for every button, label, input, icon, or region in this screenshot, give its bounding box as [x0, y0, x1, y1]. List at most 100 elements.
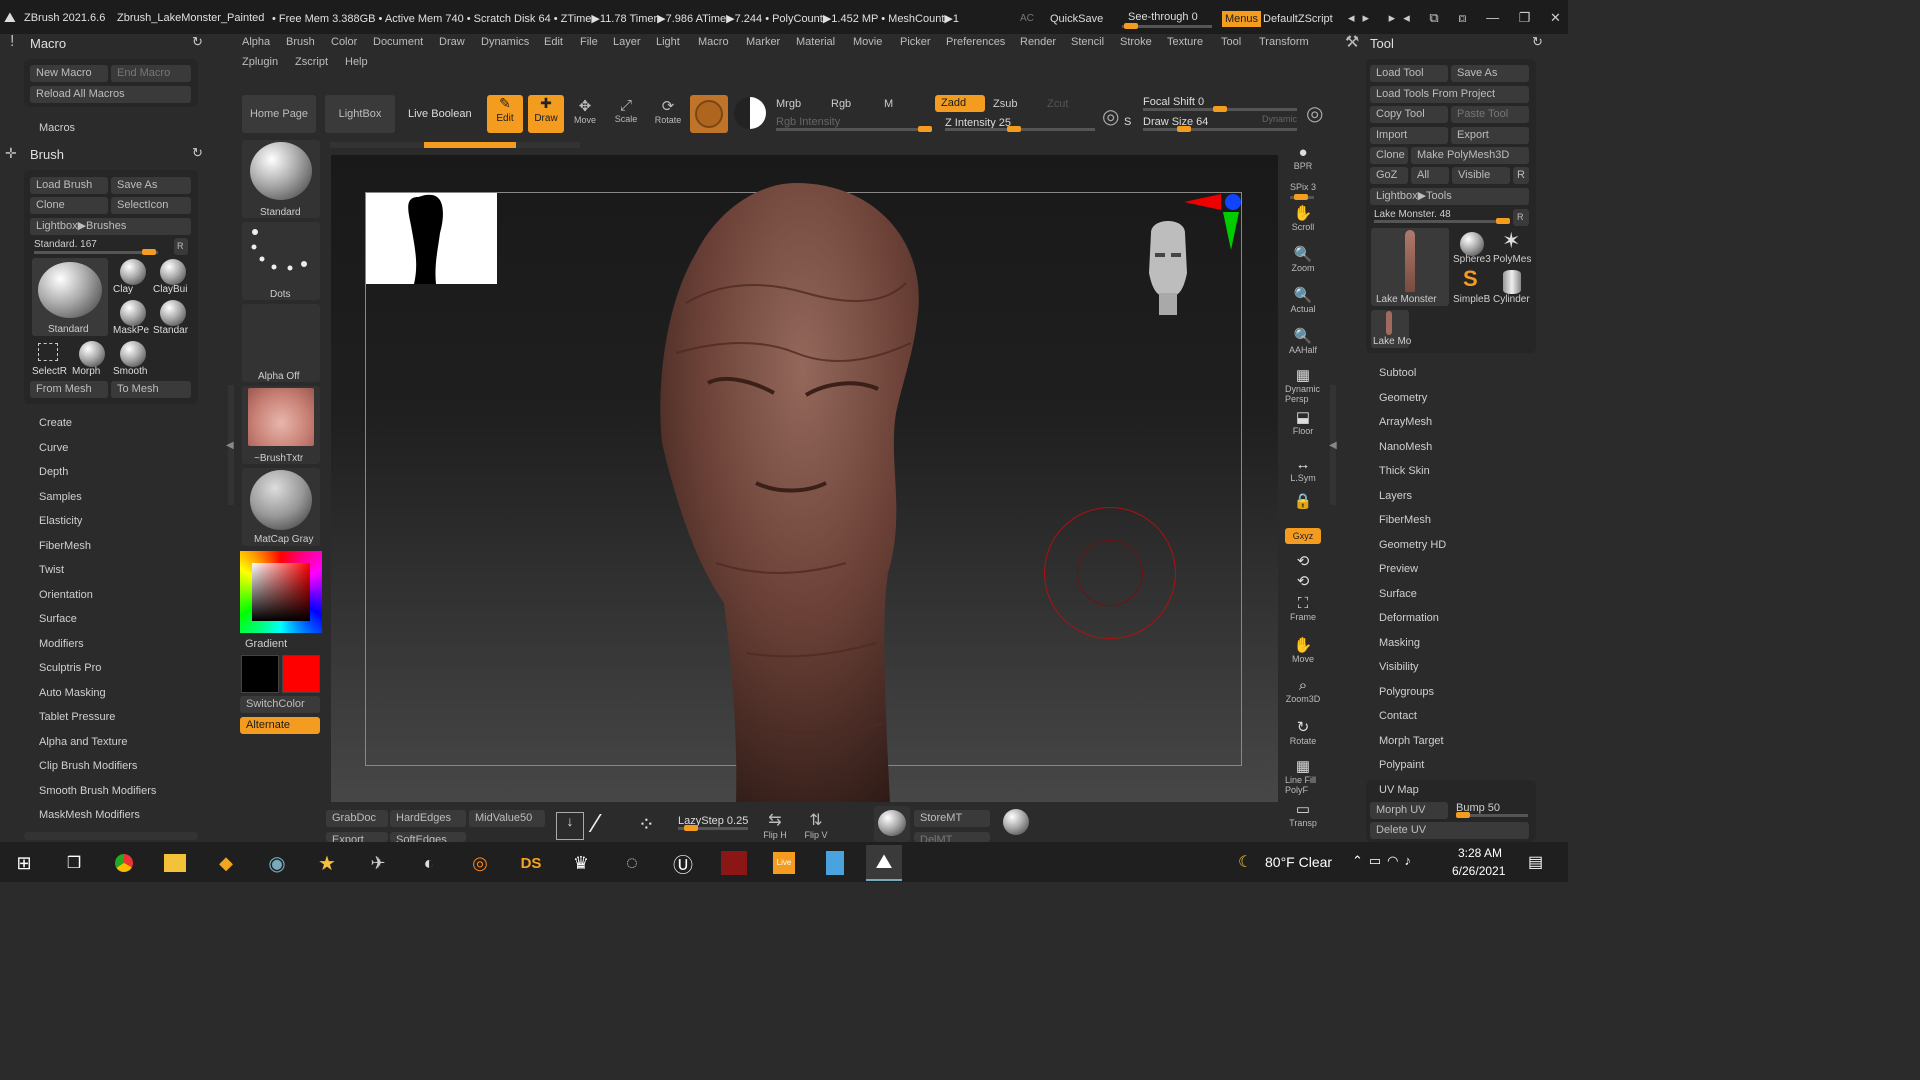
- home-page-button[interactable]: Home Page: [242, 95, 316, 133]
- menu-render[interactable]: Render: [1020, 36, 1056, 48]
- alternate-button[interactable]: Alternate: [240, 717, 320, 734]
- app-icon-7[interactable]: ◐: [411, 845, 447, 881]
- blender-icon[interactable]: ◎: [462, 845, 498, 881]
- brush-slot-claybui[interactable]: ClayBui: [153, 258, 193, 296]
- to-mesh-button[interactable]: To Mesh: [111, 381, 191, 398]
- clock-time[interactable]: 3:28 AM: [1458, 846, 1502, 860]
- export-alpha-button[interactable]: Export: [326, 832, 388, 842]
- rightbar-icon-9[interactable]: 🔒: [1285, 492, 1321, 510]
- top-right-icon[interactable]: ◎: [1306, 101, 1323, 126]
- weather-label[interactable]: 80°F Clear: [1265, 854, 1332, 870]
- live-app-icon[interactable]: Live: [766, 845, 802, 881]
- menu-material[interactable]: Material: [796, 36, 835, 48]
- macro-title[interactable]: Macro: [30, 36, 66, 51]
- bottom-brush-thumb[interactable]: [874, 806, 910, 842]
- tool-thumb-polymesh[interactable]: ✶ PolyMes: [1493, 228, 1531, 266]
- tool-save-as-button[interactable]: Save As: [1451, 65, 1529, 82]
- export-button[interactable]: Export: [1451, 127, 1529, 144]
- rgb-intensity-slider[interactable]: Rgb Intensity: [776, 116, 840, 128]
- subpalette-samples[interactable]: Samples: [39, 491, 82, 503]
- subpalette-clip-brush-modifiers[interactable]: Clip Brush Modifiers: [39, 760, 137, 772]
- tool-subpalette-nanomesh[interactable]: NanoMesh: [1379, 441, 1432, 453]
- current-brush-thumb[interactable]: Standard: [32, 258, 108, 336]
- tool-subpalette-deformation[interactable]: Deformation: [1379, 612, 1439, 624]
- tool-thumb-sphere3[interactable]: Sphere3: [1453, 228, 1491, 266]
- app-icon-3[interactable]: ◆: [208, 845, 244, 881]
- tool-title[interactable]: Tool: [1370, 36, 1394, 51]
- subpalette-modifiers[interactable]: Modifiers: [39, 638, 84, 650]
- brush-slot-standar[interactable]: Standar: [153, 299, 193, 337]
- default-zscript[interactable]: DefaultZScript: [1263, 13, 1333, 25]
- tool-hammer-icon[interactable]: ⚒: [1345, 32, 1359, 52]
- brush-save-as-button[interactable]: Save As: [111, 177, 191, 194]
- rightbar-aahalf[interactable]: 🔍 AAHalf: [1285, 327, 1321, 355]
- edit-mode-button[interactable]: ✎ Edit: [487, 95, 523, 133]
- rightbar-line-fill-polyf[interactable]: ▦ Line Fill PolyF: [1285, 757, 1321, 795]
- subpalette-twist[interactable]: Twist: [39, 564, 64, 576]
- brush-title[interactable]: Brush: [30, 147, 64, 162]
- rightbar-spix-3[interactable]: SPix 3: [1285, 182, 1321, 192]
- brush-grip-icon[interactable]: ✛: [5, 145, 17, 162]
- rightbar-gxyz[interactable]: Gxyz: [1285, 528, 1321, 544]
- tool-subpalette-masking[interactable]: Masking: [1379, 637, 1420, 649]
- tool-subpalette-geometry-hd[interactable]: Geometry HD: [1379, 539, 1446, 551]
- rightbar-scroll[interactable]: ✋ Scroll: [1285, 204, 1321, 232]
- menu-light[interactable]: Light: [656, 36, 680, 48]
- load-tool-button[interactable]: Load Tool: [1370, 65, 1448, 82]
- menu-file[interactable]: File: [580, 36, 598, 48]
- menu-macro[interactable]: Macro: [698, 36, 729, 48]
- subpalette-depth[interactable]: Depth: [39, 466, 68, 478]
- notifications-icon[interactable]: ▤: [1528, 852, 1543, 872]
- menu-texture[interactable]: Texture: [1167, 36, 1203, 48]
- left-scroll-indicator[interactable]: [24, 832, 198, 840]
- menu-transform[interactable]: Transform: [1259, 36, 1309, 48]
- midvalue-slider[interactable]: MidValue50: [469, 810, 545, 827]
- flip-v-button[interactable]: ⇅ Flip V: [801, 810, 831, 840]
- lightbox-tools-button[interactable]: Lightbox▶Tools: [1370, 188, 1529, 205]
- uvmap-header[interactable]: UV Map: [1379, 784, 1419, 796]
- material-sphere-button[interactable]: [690, 95, 728, 133]
- storemt-button[interactable]: StoreMT: [914, 810, 990, 827]
- menu-zscript[interactable]: Zscript: [295, 56, 328, 68]
- macros-label[interactable]: Macros: [39, 122, 75, 134]
- subpalette-auto-masking[interactable]: Auto Masking: [39, 687, 106, 699]
- menu-movie[interactable]: Movie: [853, 36, 882, 48]
- subpalette-surface[interactable]: Surface: [39, 613, 77, 625]
- rightbar-icon-12[interactable]: ⟲: [1285, 572, 1321, 590]
- zsub-toggle[interactable]: Zsub: [993, 98, 1017, 110]
- focal-shift-slider[interactable]: Focal Shift 0: [1143, 96, 1204, 108]
- menu-help[interactable]: Help: [345, 56, 368, 68]
- tool-subpalette-surface[interactable]: Surface: [1379, 588, 1417, 600]
- weather-moon-icon[interactable]: ☾: [1238, 852, 1252, 872]
- menu-brush[interactable]: Brush: [286, 36, 315, 48]
- rightbar-actual[interactable]: 🔍 Actual: [1285, 286, 1321, 314]
- focal-shift-icon[interactable]: ◎: [1102, 104, 1119, 129]
- menu-preferences[interactable]: Preferences: [946, 36, 1005, 48]
- subpalette-curve[interactable]: Curve: [39, 442, 68, 454]
- tool-thumb-cylinder[interactable]: Cylinder: [1493, 268, 1531, 306]
- zcut-toggle[interactable]: Zcut: [1047, 98, 1068, 110]
- collapse-right-icon[interactable]: ◀: [1329, 440, 1337, 451]
- menu-stencil[interactable]: Stencil: [1071, 36, 1104, 48]
- standard-brush-slot[interactable]: Standard: [242, 140, 320, 218]
- see-through-slider[interactable]: See-through 0: [1128, 11, 1198, 23]
- rightbar-l.sym[interactable]: ↔ L.Sym: [1285, 456, 1321, 483]
- app-icon-13[interactable]: [716, 845, 752, 881]
- main-color-swatch[interactable]: [241, 655, 279, 693]
- ac-label[interactable]: AC: [1020, 13, 1034, 24]
- delete-uv-button[interactable]: Delete UV: [1370, 822, 1529, 839]
- rightbar-frame[interactable]: ⛶ Frame: [1285, 595, 1321, 622]
- tool-subpalette-subtool[interactable]: Subtool: [1379, 367, 1416, 379]
- goz-visible-button[interactable]: Visible: [1452, 167, 1510, 184]
- draw-mode-button[interactable]: ✚ Draw: [528, 95, 564, 133]
- quicksave-button[interactable]: QuickSave: [1050, 13, 1103, 25]
- tool-subpalette-preview[interactable]: Preview: [1379, 563, 1418, 575]
- rgb-toggle[interactable]: Rgb: [831, 98, 851, 110]
- tool-subpalette-visibility[interactable]: Visibility: [1379, 661, 1419, 673]
- tool-reset-button[interactable]: R: [1513, 209, 1529, 226]
- star-app-icon[interactable]: ★: [309, 845, 345, 881]
- scale-mode-button[interactable]: ⤢ Scale: [609, 97, 643, 124]
- flip-h-button[interactable]: ⇆ Flip H: [760, 810, 790, 840]
- rotate-mode-button[interactable]: ⟳ Rotate: [651, 97, 685, 125]
- calculator-icon[interactable]: [817, 845, 853, 881]
